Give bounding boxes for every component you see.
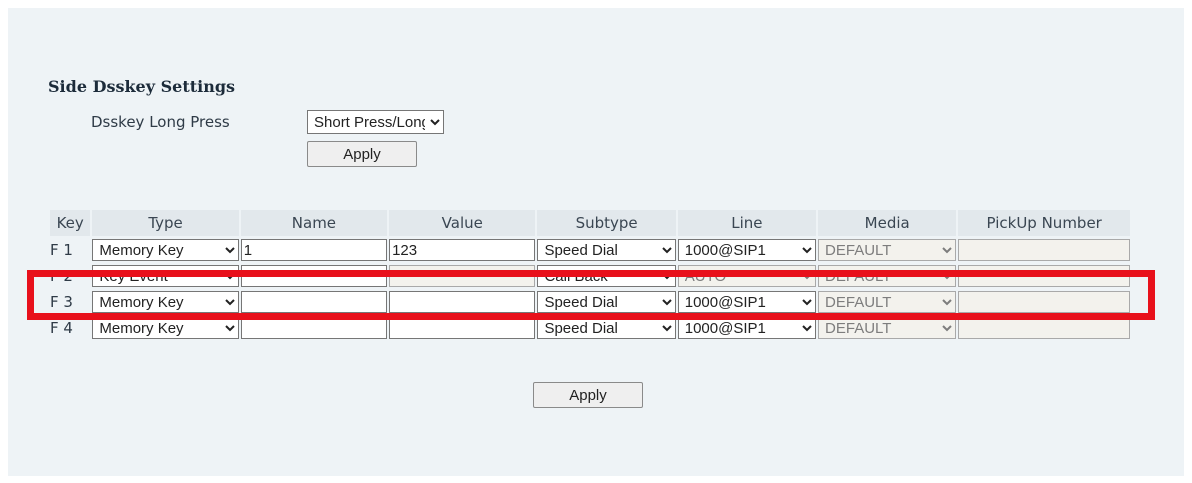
type-select[interactable]: Memory Key: [92, 239, 239, 261]
name-input[interactable]: [240, 291, 388, 313]
dsskey-long-press-select[interactable]: Short Press/Long Press: [307, 110, 444, 134]
media-select[interactable]: DEFAULT: [818, 239, 957, 261]
type-select[interactable]: Memory Key: [92, 317, 239, 339]
dsskey-table: Key Type Name Value Subtype Line Media P…: [48, 208, 1132, 342]
key-cell: F 1: [50, 241, 73, 259]
header-line: Line: [677, 210, 817, 236]
header-type: Type: [92, 210, 239, 236]
key-cell: F 4: [50, 319, 73, 337]
apply-button-bottom[interactable]: Apply: [533, 382, 643, 408]
name-input[interactable]: [240, 239, 388, 261]
key-cell: F 2: [50, 267, 73, 285]
header-subtype: Subtype: [537, 210, 676, 236]
table-row: F 3 Memory Key Speed Dial 1000@SIP1 DEFA…: [50, 290, 1130, 314]
value-input[interactable]: [389, 317, 536, 339]
pickup-number-input[interactable]: [958, 265, 1130, 287]
subtype-select[interactable]: Call Back: [537, 265, 676, 287]
media-select[interactable]: DEFAULT: [818, 291, 957, 313]
header-name: Name: [240, 210, 388, 236]
type-select[interactable]: Memory Key: [92, 291, 239, 313]
value-input[interactable]: [389, 239, 536, 261]
key-cell: F 3: [50, 293, 73, 311]
header-value: Value: [389, 210, 536, 236]
line-select[interactable]: AUTO: [677, 265, 817, 287]
table-row: F 4 Memory Key Speed Dial 1000@SIP1 DEFA…: [50, 316, 1130, 340]
line-select[interactable]: 1000@SIP1: [677, 291, 817, 313]
subtype-select[interactable]: Speed Dial: [537, 239, 676, 261]
media-select[interactable]: DEFAULT: [818, 317, 957, 339]
line-select[interactable]: 1000@SIP1: [677, 239, 817, 261]
table-row: F 1 Memory Key Speed Dial 1000@SIP1 DEFA…: [50, 238, 1130, 262]
pickup-number-input[interactable]: [958, 239, 1130, 261]
value-input[interactable]: [389, 265, 536, 287]
header-pickup-number: PickUp Number: [958, 210, 1130, 236]
table-row: F 2 Key Event Call Back AUTO DEFAULT: [50, 264, 1130, 288]
media-select[interactable]: DEFAULT: [818, 265, 957, 287]
subtype-select[interactable]: Speed Dial: [537, 317, 676, 339]
apply-button-top[interactable]: Apply: [307, 141, 417, 167]
header-media: Media: [818, 210, 957, 236]
line-select[interactable]: 1000@SIP1: [677, 317, 817, 339]
value-input[interactable]: [389, 291, 536, 313]
pickup-number-input[interactable]: [958, 317, 1130, 339]
table-header-row: Key Type Name Value Subtype Line Media P…: [50, 210, 1130, 236]
subtype-select[interactable]: Speed Dial: [537, 291, 676, 313]
name-input[interactable]: [240, 317, 388, 339]
pickup-number-input[interactable]: [958, 291, 1130, 313]
name-input[interactable]: [240, 265, 388, 287]
type-select[interactable]: Key Event: [92, 265, 239, 287]
dsskey-long-press-label: Dsskey Long Press: [91, 113, 230, 131]
header-key: Key: [50, 210, 91, 236]
section-title: Side Dsskey Settings: [48, 77, 236, 96]
